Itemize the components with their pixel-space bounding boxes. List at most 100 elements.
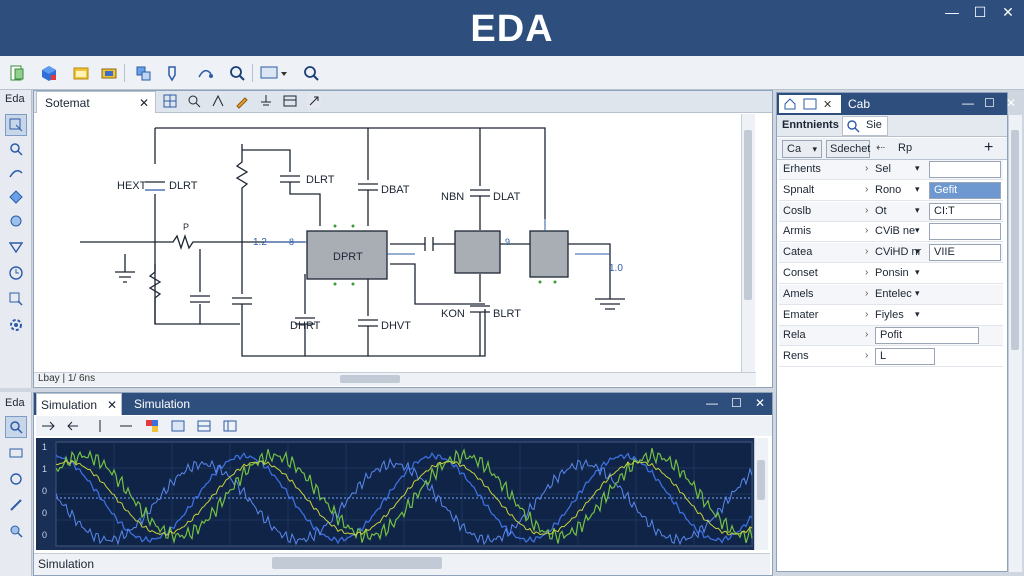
chevron-down-icon[interactable]: ▾ bbox=[915, 288, 920, 299]
properties-close-icon[interactable]: ✕ bbox=[823, 98, 832, 111]
maximize-button[interactable]: ☐ bbox=[968, 4, 992, 21]
property-row[interactable]: Spnalt › Rono ▾ Gefit bbox=[779, 180, 1003, 201]
close-button[interactable]: ✕ bbox=[996, 4, 1020, 21]
schematic-vscroll-thumb[interactable] bbox=[744, 130, 752, 300]
tab-close-icon[interactable]: ✕ bbox=[107, 394, 117, 416]
property-value[interactable]: Rono bbox=[875, 184, 901, 196]
header-col3[interactable]: Rp bbox=[898, 142, 912, 154]
expand-arrow-icon[interactable]: › bbox=[865, 288, 868, 299]
library-icon[interactable] bbox=[132, 62, 154, 84]
tab-close-icon[interactable]: ✕ bbox=[139, 92, 149, 114]
wire-tool-icon[interactable] bbox=[5, 162, 27, 184]
expand-arrow-icon[interactable]: › bbox=[865, 205, 868, 216]
property-input[interactable]: VIIE bbox=[929, 244, 1001, 262]
tab-simulation-1[interactable]: Simulation ✕ bbox=[36, 393, 122, 415]
scope-measure-icon[interactable] bbox=[5, 468, 27, 490]
expand-arrow-icon[interactable]: › bbox=[865, 246, 868, 257]
property-input[interactable] bbox=[929, 223, 1001, 241]
trace-icon[interactable] bbox=[118, 418, 134, 434]
scope-search-icon[interactable] bbox=[5, 520, 27, 542]
property-value[interactable]: Fiyles bbox=[875, 309, 904, 321]
sim-close-button[interactable]: ✕ bbox=[755, 396, 765, 410]
clock-tool-icon[interactable] bbox=[5, 262, 27, 284]
property-value[interactable]: Entelec bbox=[875, 288, 912, 300]
prop-maximize-button[interactable]: ☐ bbox=[984, 96, 995, 110]
edit-icon[interactable] bbox=[234, 93, 250, 109]
property-value[interactable]: Ponsin bbox=[875, 267, 909, 279]
ic-small[interactable] bbox=[529, 230, 569, 278]
place-tool-icon[interactable] bbox=[5, 186, 27, 208]
settings-icon[interactable] bbox=[222, 418, 238, 434]
header-col2[interactable]: Sdechet bbox=[826, 140, 870, 158]
expand-arrow-icon[interactable]: › bbox=[865, 163, 868, 174]
scope-cursor-icon[interactable] bbox=[5, 442, 27, 464]
simulation-hscroll-thumb[interactable] bbox=[272, 557, 442, 569]
color-icon[interactable] bbox=[144, 418, 160, 434]
new-file-icon[interactable] bbox=[6, 62, 28, 84]
oscilloscope-plot[interactable]: 1 1 0 0 0 bbox=[36, 438, 754, 550]
prop-minimize-button[interactable]: — bbox=[962, 96, 974, 110]
measure-tool-icon[interactable] bbox=[5, 236, 27, 258]
grid-icon[interactable] bbox=[162, 93, 178, 109]
zoom-icon[interactable] bbox=[226, 62, 248, 84]
chevron-down-icon[interactable]: ▾ bbox=[915, 184, 920, 195]
chevron-down-icon[interactable]: ▾ bbox=[915, 225, 920, 236]
expand-arrow-icon[interactable]: › bbox=[865, 329, 868, 340]
property-row[interactable]: Catea › CViHD nr ▾ VIIE bbox=[779, 243, 1003, 264]
property-value[interactable]: CViB ne bbox=[875, 225, 915, 237]
expand-arrow-icon[interactable]: › bbox=[865, 267, 868, 278]
part-tool-icon[interactable] bbox=[5, 210, 27, 232]
cube-icon[interactable] bbox=[38, 62, 60, 84]
property-row[interactable]: Conset › Ponsin ▾ bbox=[779, 264, 1003, 284]
property-row[interactable]: Amels › Entelec ▾ bbox=[779, 284, 1003, 305]
property-input[interactable]: L bbox=[875, 348, 935, 366]
display-icon[interactable] bbox=[258, 62, 290, 84]
scope-zoom-icon[interactable] bbox=[5, 416, 27, 438]
chevron-down-icon[interactable]: ▾ bbox=[915, 246, 920, 257]
minimize-button[interactable]: — bbox=[940, 4, 964, 20]
property-input[interactable]: CI:T bbox=[929, 202, 1001, 220]
property-row[interactable]: Coslb › Ot ▾ CI:T bbox=[779, 201, 1003, 222]
simulation-vscroll-thumb[interactable] bbox=[757, 460, 765, 500]
property-value[interactable]: Sel bbox=[875, 163, 891, 175]
ground-tool-icon[interactable] bbox=[258, 93, 274, 109]
probe-small-icon[interactable] bbox=[186, 93, 202, 109]
component-icon[interactable] bbox=[98, 62, 120, 84]
add-button[interactable]: + bbox=[984, 139, 993, 157]
expand-arrow-icon[interactable]: › bbox=[865, 184, 868, 195]
arrow-tool-icon[interactable] bbox=[306, 93, 322, 109]
expand-arrow-icon[interactable]: › bbox=[865, 309, 868, 320]
property-row[interactable]: Emater › Fiyles ▾ bbox=[779, 305, 1003, 326]
schematic-canvas[interactable]: HEXT DLRT DLRT DBAT NBN DLAT DPRT DHRT D… bbox=[35, 114, 741, 372]
zoom-tool-icon[interactable] bbox=[5, 138, 27, 160]
expand-arrow-icon[interactable]: › bbox=[865, 225, 868, 236]
property-value[interactable]: Ot bbox=[875, 205, 887, 217]
route-icon[interactable] bbox=[194, 62, 216, 84]
inspect-tool-icon[interactable] bbox=[5, 288, 27, 310]
property-row[interactable]: Armis › CViB ne ▾ bbox=[779, 222, 1003, 243]
select-tool-icon[interactable] bbox=[5, 114, 27, 136]
expand-arrow-icon[interactable]: › bbox=[865, 350, 868, 361]
search-icon[interactable] bbox=[300, 62, 322, 84]
marker-icon[interactable] bbox=[92, 418, 108, 434]
sim-minimize-button[interactable]: — bbox=[706, 396, 718, 410]
export-icon[interactable] bbox=[170, 418, 186, 434]
ic-block[interactable] bbox=[454, 230, 501, 274]
scope-probe-icon[interactable] bbox=[5, 494, 27, 516]
chevron-down-icon[interactable]: ▾ bbox=[915, 163, 920, 174]
subtab-size[interactable]: Sie bbox=[866, 119, 882, 131]
property-row[interactable]: Erhents › Sel ▾ bbox=[779, 160, 1003, 180]
tab-schematic[interactable]: Sotemat ✕ bbox=[36, 91, 156, 113]
chevron-down-icon[interactable]: ▾ bbox=[915, 205, 920, 216]
schematic-hscroll-thumb[interactable] bbox=[340, 375, 400, 383]
properties-tab[interactable]: ✕ bbox=[779, 95, 841, 113]
header-col1[interactable]: Ca ▾ bbox=[782, 140, 822, 158]
chevron-down-icon[interactable]: ▾ bbox=[915, 267, 920, 278]
pin-icon[interactable] bbox=[210, 93, 226, 109]
property-input[interactable]: Gefit bbox=[929, 181, 1001, 199]
properties-vscroll-thumb[interactable] bbox=[1011, 130, 1019, 350]
subtab-elements[interactable]: Enntnients bbox=[782, 119, 839, 131]
folder-icon[interactable] bbox=[70, 62, 92, 84]
property-row[interactable]: Rens › L bbox=[779, 347, 1003, 368]
property-row[interactable]: Rela › Pofit bbox=[779, 326, 1003, 347]
